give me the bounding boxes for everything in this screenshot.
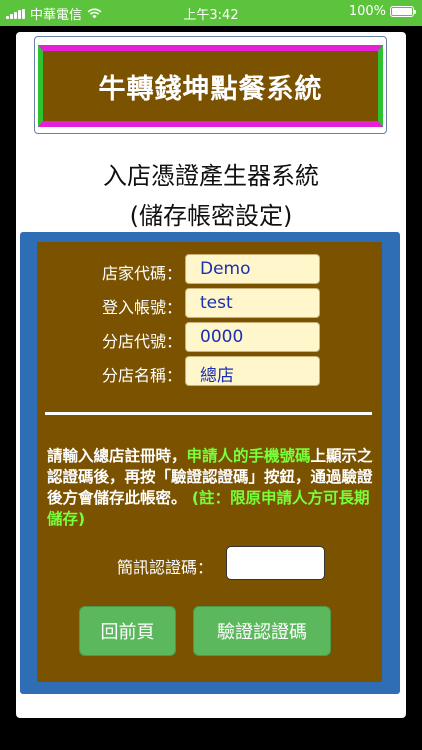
sms-code-input[interactable] [226,546,325,580]
divider [45,412,372,415]
battery-percent: 100% [348,4,386,19]
field-row-branch-code: 分店代號： 0000 [37,322,382,352]
battery-icon [390,6,416,17]
branch-code-field[interactable]: 0000 [185,322,320,352]
app-title: 牛轉錢坤點餐系統 [98,73,323,105]
banner: 牛轉錢坤點餐系統 [38,45,383,127]
back-button[interactable]: 回前頁 [79,606,176,656]
branch-name-label: 分店名稱： [101,366,182,385]
login-account-field[interactable]: test [185,288,320,318]
field-row-branch-name: 分店名稱： 總店 [37,356,382,386]
field-row-store-code: 店家代碼： Demo [37,254,382,284]
store-code-field[interactable]: Demo [185,254,320,284]
form-panel: 店家代碼： Demo 登入帳號： test 分店代號： 0000 分店名稱： 總… [20,232,400,694]
store-code-label: 店家代碼： [101,264,182,283]
banner-frame: 牛轉錢坤點餐系統 [34,36,387,134]
verify-code-button[interactable]: 驗證認證碼 [193,606,331,656]
status-right: 100% [348,4,416,19]
field-row-login-account: 登入帳號： test [37,288,382,318]
login-account-label: 登入帳號： [101,298,182,317]
battery-level [392,8,412,15]
page-title: 入店憑證產生器系統 [103,162,319,190]
app-frame: 牛轉錢坤點餐系統 入店憑證產生器系統 (儲存帳密設定) 店家代碼： Demo 登… [0,26,422,750]
branch-code-label: 分店代號： [101,332,182,351]
instruction-part-1: 請輸入總店註冊時， [47,447,187,465]
main-card: 牛轉錢坤點餐系統 入店憑證產生器系統 (儲存帳密設定) 店家代碼： Demo 登… [16,32,406,718]
instruction-text: 請輸入總店註冊時，申請人的手機號碼上顯示之認證碼後，再按「驗證認證碼」按鈕，通過… [47,446,374,530]
instruction-highlight: 申請人的手機號碼 [186,447,311,465]
form-panel-inner: 店家代碼： Demo 登入帳號： test 分店代號： 0000 分店名稱： 總… [37,242,382,682]
page-subtitle: (儲存帳密設定) [129,202,293,230]
branch-name-field[interactable]: 總店 [185,356,320,386]
status-bar: 中華電信 上午3:42 100% [0,0,422,26]
sms-code-label: 簡訊認證碼： [117,558,214,577]
